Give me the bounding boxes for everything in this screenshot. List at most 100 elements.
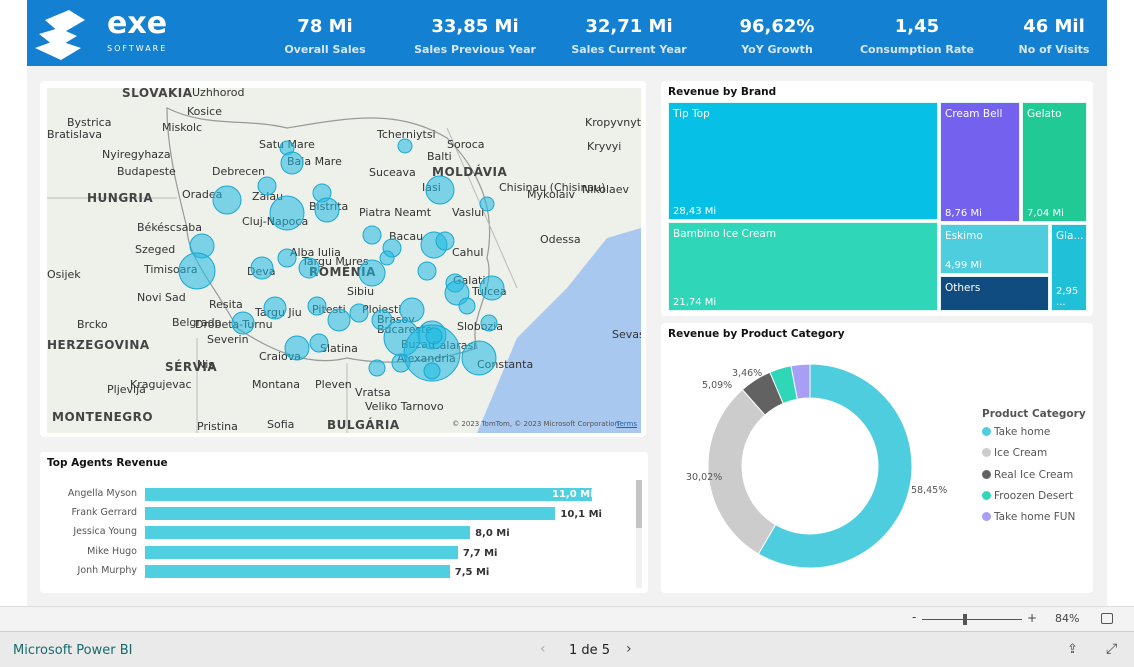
map-bubble[interactable]: [358, 259, 386, 287]
map-bubble[interactable]: [257, 176, 277, 196]
treemap-tile-name: Gla...: [1056, 230, 1084, 242]
kpi-card: 78 Mi Overall Sales: [250, 16, 400, 56]
kpi-label: YoY Growth: [741, 43, 813, 56]
treemap-tile[interactable]: Gla... 2,95 ...: [1051, 224, 1087, 311]
kpi-value: 46 Mil: [1023, 16, 1085, 37]
agent-value: 7,7 Mi: [462, 547, 498, 559]
legend-label: Take home FUN: [994, 511, 1076, 524]
map-bubble[interactable]: [250, 256, 274, 280]
next-page-icon[interactable]: ›: [626, 641, 632, 657]
kpi-card: 96,62% YoY Growth: [702, 16, 852, 56]
map-bubble[interactable]: [458, 297, 476, 315]
report-header: exe SOFTWARE 78 Mi Overall Sales 33,85 Mi S…: [27, 0, 1107, 66]
map-bubble[interactable]: [314, 197, 340, 223]
map-bubble[interactable]: [298, 257, 320, 279]
scrollbar[interactable]: [636, 480, 642, 588]
map-bubbles: [178, 138, 505, 382]
scrollbar-thumb[interactable]: [636, 480, 642, 528]
legend-label: Ice Cream: [994, 447, 1048, 460]
kpi-value: 33,85 Mi: [431, 16, 519, 37]
bubble-map[interactable]: SLOVAKIA Bratislava Bystrica Miskolc Kosice U…: [47, 88, 641, 433]
fit-to-page-icon[interactable]: [1101, 613, 1113, 624]
agent-bar[interactable]: [145, 545, 458, 559]
map-bubble[interactable]: [327, 308, 351, 332]
treemap-tile[interactable]: Cream Bell 8,76 Mi: [940, 102, 1020, 222]
zoom-out-button[interactable]: -: [912, 610, 916, 624]
map-bubble[interactable]: [423, 362, 441, 380]
map-bubble[interactable]: [362, 225, 382, 245]
map-bubble[interactable]: [269, 195, 305, 231]
legend-dot-icon: [982, 448, 991, 458]
map-bubble[interactable]: [368, 359, 386, 377]
legend-dot-icon: [982, 427, 991, 436]
zoom-in-button[interactable]: +: [1027, 611, 1037, 625]
legend-item[interactable]: Take home FUN: [982, 511, 1075, 523]
treemap-title: Revenue by Brand: [668, 86, 777, 98]
treemap-tile[interactable]: Bambino Ice Cream 21,74 Mi: [668, 222, 938, 311]
map-bubble[interactable]: [178, 252, 216, 290]
map-bubble[interactable]: [349, 303, 369, 323]
treemap-tile-value: 7,04 Mi: [1027, 208, 1064, 219]
treemap-tile-name: Others: [945, 282, 981, 294]
legend-dot-icon: [982, 469, 991, 479]
legend-item[interactable]: Real Ice Cream: [982, 469, 1073, 481]
map-bubble[interactable]: [417, 261, 437, 281]
map-bubble[interactable]: [379, 250, 395, 266]
map-bubble[interactable]: [425, 327, 443, 345]
kpi-value: 32,71 Mi: [585, 16, 673, 37]
legend-item[interactable]: Take home: [982, 426, 1050, 438]
share-icon[interactable]: ⇪: [1067, 642, 1078, 657]
prev-page-icon[interactable]: ‹: [540, 641, 546, 657]
top-agents-title: Top Agents Revenue: [47, 457, 168, 469]
map-bubble[interactable]: [277, 248, 297, 268]
treemap-tile[interactable]: Gelato 7,04 Mi: [1022, 102, 1087, 222]
treemap-tile-value: 21,74 Mi: [673, 297, 717, 308]
kpi-card: 1,45 Consumption Rate: [842, 16, 992, 56]
footer: Microsoft Power BI ‹ 1 de 5 › ⇪ ⤢: [0, 631, 1134, 667]
legend-label: Froozen Desert: [994, 489, 1074, 502]
kpi-card: 32,71 Mi Sales Current Year: [554, 16, 704, 56]
map-bubble[interactable]: [263, 296, 287, 320]
treemap-tile-value: 2,95 ...: [1056, 286, 1079, 308]
map-bubble[interactable]: [435, 231, 455, 251]
map-bubble[interactable]: [280, 151, 304, 175]
map-bubble[interactable]: [231, 311, 255, 335]
kpi-label: Sales Previous Year: [414, 43, 536, 56]
zoom-slider[interactable]: [922, 619, 1022, 620]
agent-name: Jessica Young: [73, 526, 137, 538]
legend-item[interactable]: Froozen Desert: [982, 490, 1073, 502]
agent-name: Mike Hugo: [87, 545, 137, 557]
map-bubble[interactable]: [479, 275, 505, 301]
map-bubble[interactable]: [425, 175, 455, 205]
zoom-slider-thumb[interactable]: [962, 614, 967, 625]
map-bubble[interactable]: [461, 340, 497, 376]
treemap-tile-name: Gelato: [1027, 108, 1062, 120]
donut-label: 3,46%: [732, 368, 762, 379]
agent-bar[interactable]: [145, 564, 450, 578]
agent-bar[interactable]: [145, 507, 556, 521]
map-bubble[interactable]: [284, 335, 310, 361]
treemap-tile-value: 8,76 Mi: [945, 208, 982, 219]
agent-bar[interactable]: [145, 526, 471, 540]
map-bubble[interactable]: [399, 297, 425, 323]
kpi-value: 78 Mi: [297, 16, 353, 37]
map-bubble[interactable]: [307, 296, 327, 316]
map-bubble[interactable]: [212, 185, 242, 215]
power-bi-link[interactable]: Microsoft Power BI: [13, 643, 132, 658]
fullscreen-icon[interactable]: ⤢: [1106, 641, 1117, 657]
map-bubble[interactable]: [309, 333, 329, 353]
map-bubble[interactable]: [479, 196, 495, 212]
zoom-level: 84%: [1055, 612, 1080, 625]
kpi-label: No of Visits: [1018, 43, 1090, 56]
donut-label: 58,45%: [911, 485, 947, 496]
agent-bar[interactable]: [145, 488, 592, 501]
treemap-tile[interactable]: Others: [940, 276, 1049, 311]
treemap-tile[interactable]: Tip Top 28,43 Mi: [668, 102, 938, 220]
legend-item[interactable]: Ice Cream: [982, 447, 1047, 459]
brand-name: exe: [107, 6, 168, 41]
treemap-tile[interactable]: Eskimo 4,99 Mi: [940, 224, 1049, 274]
map-terms-link[interactable]: Terms: [616, 420, 637, 428]
page-indicator: 1 de 5: [569, 643, 611, 658]
map-bubble[interactable]: [397, 138, 413, 154]
map-bubble[interactable]: [480, 314, 498, 332]
